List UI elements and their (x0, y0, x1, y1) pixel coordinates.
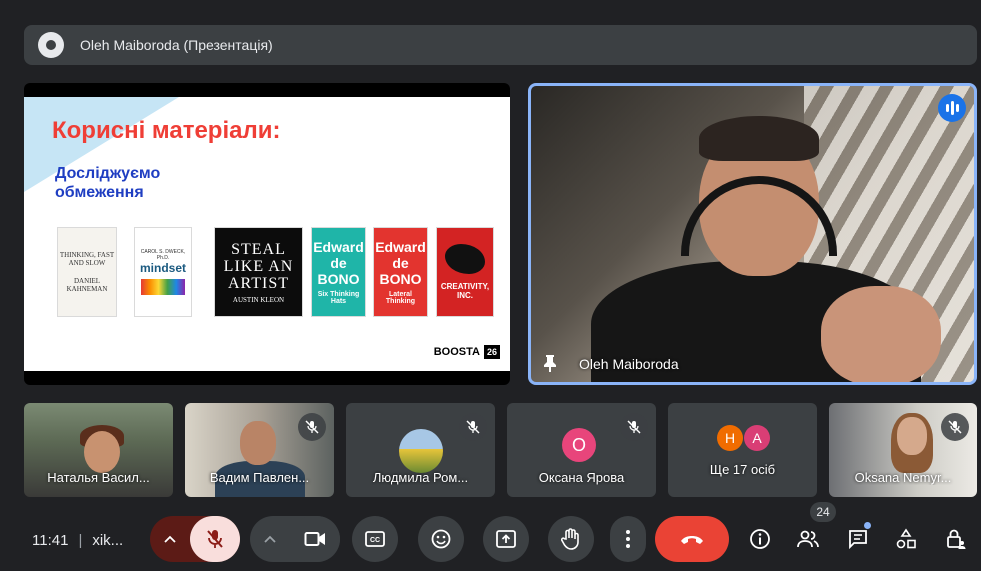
camera-toggle-button[interactable] (290, 516, 340, 562)
mic-off-icon (207, 530, 223, 548)
mic-off-icon (941, 413, 969, 441)
present-icon (496, 530, 516, 548)
svg-text:CC: CC (370, 537, 380, 544)
raise-hand-icon (561, 528, 579, 550)
raise-hand-button[interactable] (548, 516, 594, 562)
emoji-icon (431, 529, 451, 549)
participant-avatar: О (562, 428, 596, 462)
chat-icon (849, 530, 867, 550)
activities-button[interactable] (893, 526, 919, 552)
book-cover: Edward de BONO Lateral Thinking (373, 227, 428, 317)
mic-off-icon (620, 413, 648, 441)
meeting-controls-bar: 11:41 | xik... CC 24 (0, 502, 981, 571)
participant-tile[interactable]: Наталья Васил... (24, 403, 173, 497)
presentation-bar: Oleh Maiboroda (Презентація) (24, 25, 977, 65)
people-count-badge: 24 (810, 502, 836, 522)
participant-avatar: А (744, 425, 770, 451)
end-call-icon (681, 536, 703, 544)
boosta-logo: BOOSTA 26 (434, 345, 500, 359)
participant-avatar: Н (717, 425, 743, 451)
slide-heading: Корисні матеріали: (52, 117, 281, 144)
more-participants-tile[interactable]: Н А Ще 17 осіб (668, 403, 817, 497)
reactions-button[interactable] (418, 516, 464, 562)
show-everyone-button[interactable] (795, 526, 821, 552)
camera-controls (250, 516, 340, 562)
slide-subheading: Досліджуємо обмеження (55, 165, 161, 201)
presentation-slide: Корисні матеріали: Досліджуємо обмеження… (24, 97, 510, 371)
meeting-info: 11:41 | xik... (32, 532, 124, 549)
book-cover: Edward de BONO Six Thinking Hats (311, 227, 366, 317)
speaker-name: Oleh Maiboroda (579, 356, 679, 372)
participant-name: Oksana Nemyr... (854, 470, 952, 485)
more-vert-icon (626, 530, 630, 548)
participant-name: Вадим Павлен... (209, 470, 310, 485)
participant-tile[interactable]: Вадим Павлен... (185, 403, 334, 497)
participant-tile[interactable]: Oksana Nemyr... (829, 403, 977, 497)
speaking-indicator-icon (938, 94, 966, 122)
participant-tile[interactable]: О Оксана Ярова (507, 403, 656, 497)
info-icon (750, 529, 770, 549)
participant-name: Людмила Ром... (372, 470, 469, 485)
video-settings-chevron-icon[interactable] (250, 535, 290, 543)
mic-toggle-button[interactable] (190, 516, 240, 562)
activities-icon (896, 528, 916, 549)
book-cover: STEAL LIKE AN ARTIST AUSTIN KLEON (214, 227, 303, 317)
leave-call-button[interactable] (655, 516, 729, 562)
current-time: 11:41 (32, 532, 69, 549)
active-speaker-tile[interactable]: Oleh Maiboroda (528, 83, 977, 385)
captions-button[interactable]: CC (352, 516, 398, 562)
presentation-title: Oleh Maiboroda (Презентація) (80, 37, 273, 53)
present-screen-button[interactable] (483, 516, 529, 562)
book-cover: CAROL S. DWECK, Ph.D. mindset (134, 227, 192, 317)
participant-name: Наталья Васил... (47, 470, 150, 485)
pin-icon[interactable] (543, 354, 557, 372)
meeting-code[interactable]: xik... (92, 532, 123, 549)
captions-icon: CC (365, 531, 385, 547)
mic-off-icon (298, 413, 326, 441)
host-controls-button[interactable] (943, 526, 969, 552)
participant-name: Оксана Ярова (538, 470, 625, 485)
participant-tile[interactable]: Людмила Ром... (346, 403, 495, 497)
meeting-details-button[interactable] (747, 526, 773, 552)
chat-button[interactable] (845, 526, 871, 552)
book-cover: CREATIVITY, INC. (436, 227, 494, 317)
more-participants-label: Ще 17 осіб (709, 462, 776, 477)
presenter-avatar (38, 32, 64, 58)
lock-person-icon (947, 529, 966, 549)
book-cover: THINKING, FAST AND SLOW DANIEL KAHNEMAN (57, 227, 117, 317)
audio-settings-chevron-icon[interactable] (150, 535, 190, 543)
shared-screen-tile[interactable]: Корисні матеріали: Досліджуємо обмеження… (24, 83, 510, 385)
more-options-button[interactable] (610, 516, 646, 562)
camera-icon (304, 532, 325, 546)
mic-off-icon (459, 413, 487, 441)
participant-avatar (399, 429, 443, 473)
microphone-controls (150, 516, 240, 562)
people-icon (797, 530, 819, 548)
